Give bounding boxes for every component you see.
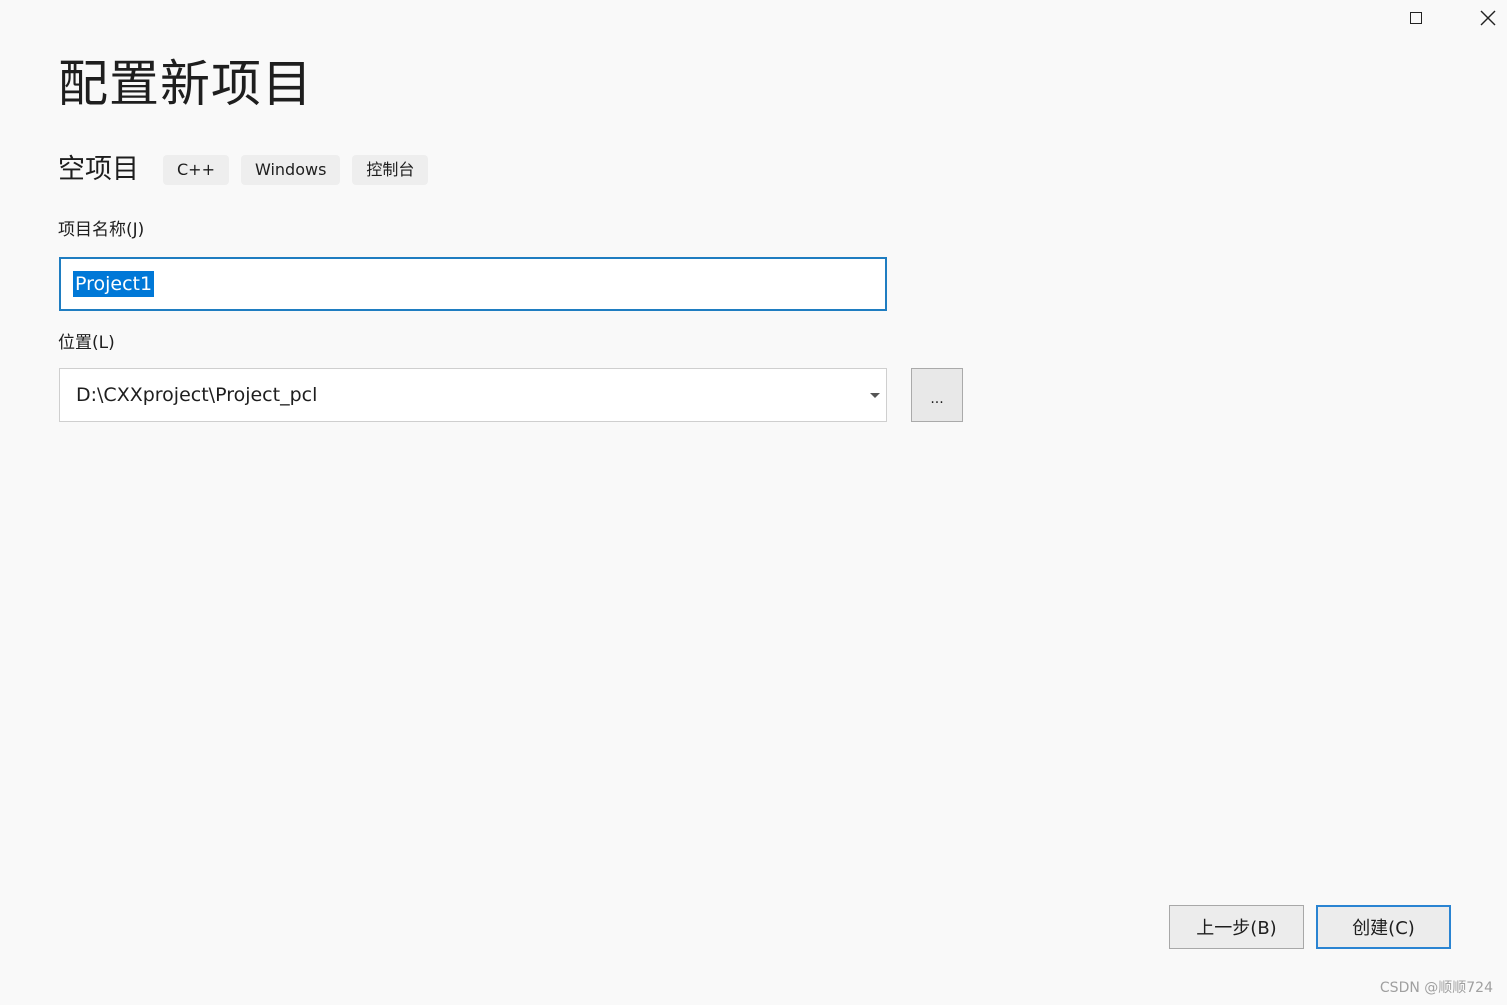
location-label: 位置(L) — [58, 333, 115, 353]
tag-project-type: 控制台 — [352, 155, 429, 185]
location-combobox[interactable]: D:\CXXproject\Project_pcl — [59, 368, 887, 422]
tag-platform: Windows — [240, 155, 341, 185]
browse-button[interactable]: ... — [911, 368, 963, 422]
location-value: D:\CXXproject\Project_pcl — [76, 384, 318, 406]
maximize-icon — [1410, 12, 1422, 24]
template-name: 空项目 — [58, 154, 139, 185]
close-icon — [1480, 10, 1496, 26]
configure-project-window: 配置新项目 空项目 C++ Windows 控制台 项目名称(J) Projec… — [0, 0, 1507, 1005]
project-name-input[interactable]: Project1 — [59, 257, 887, 311]
maximize-button[interactable] — [1393, 0, 1439, 36]
page-title: 配置新项目 — [58, 55, 313, 113]
template-summary: 空项目 C++ Windows 控制台 — [58, 150, 440, 190]
tag-language: C++ — [163, 155, 229, 185]
close-button[interactable] — [1465, 0, 1507, 36]
back-button[interactable]: 上一步(B) — [1169, 905, 1304, 949]
create-button[interactable]: 创建(C) — [1316, 905, 1451, 949]
watermark: CSDN @顺顺724 — [1379, 980, 1493, 996]
chevron-down-icon[interactable] — [870, 392, 880, 398]
project-name-label: 项目名称(J) — [58, 220, 145, 240]
project-name-value: Project1 — [73, 271, 155, 297]
